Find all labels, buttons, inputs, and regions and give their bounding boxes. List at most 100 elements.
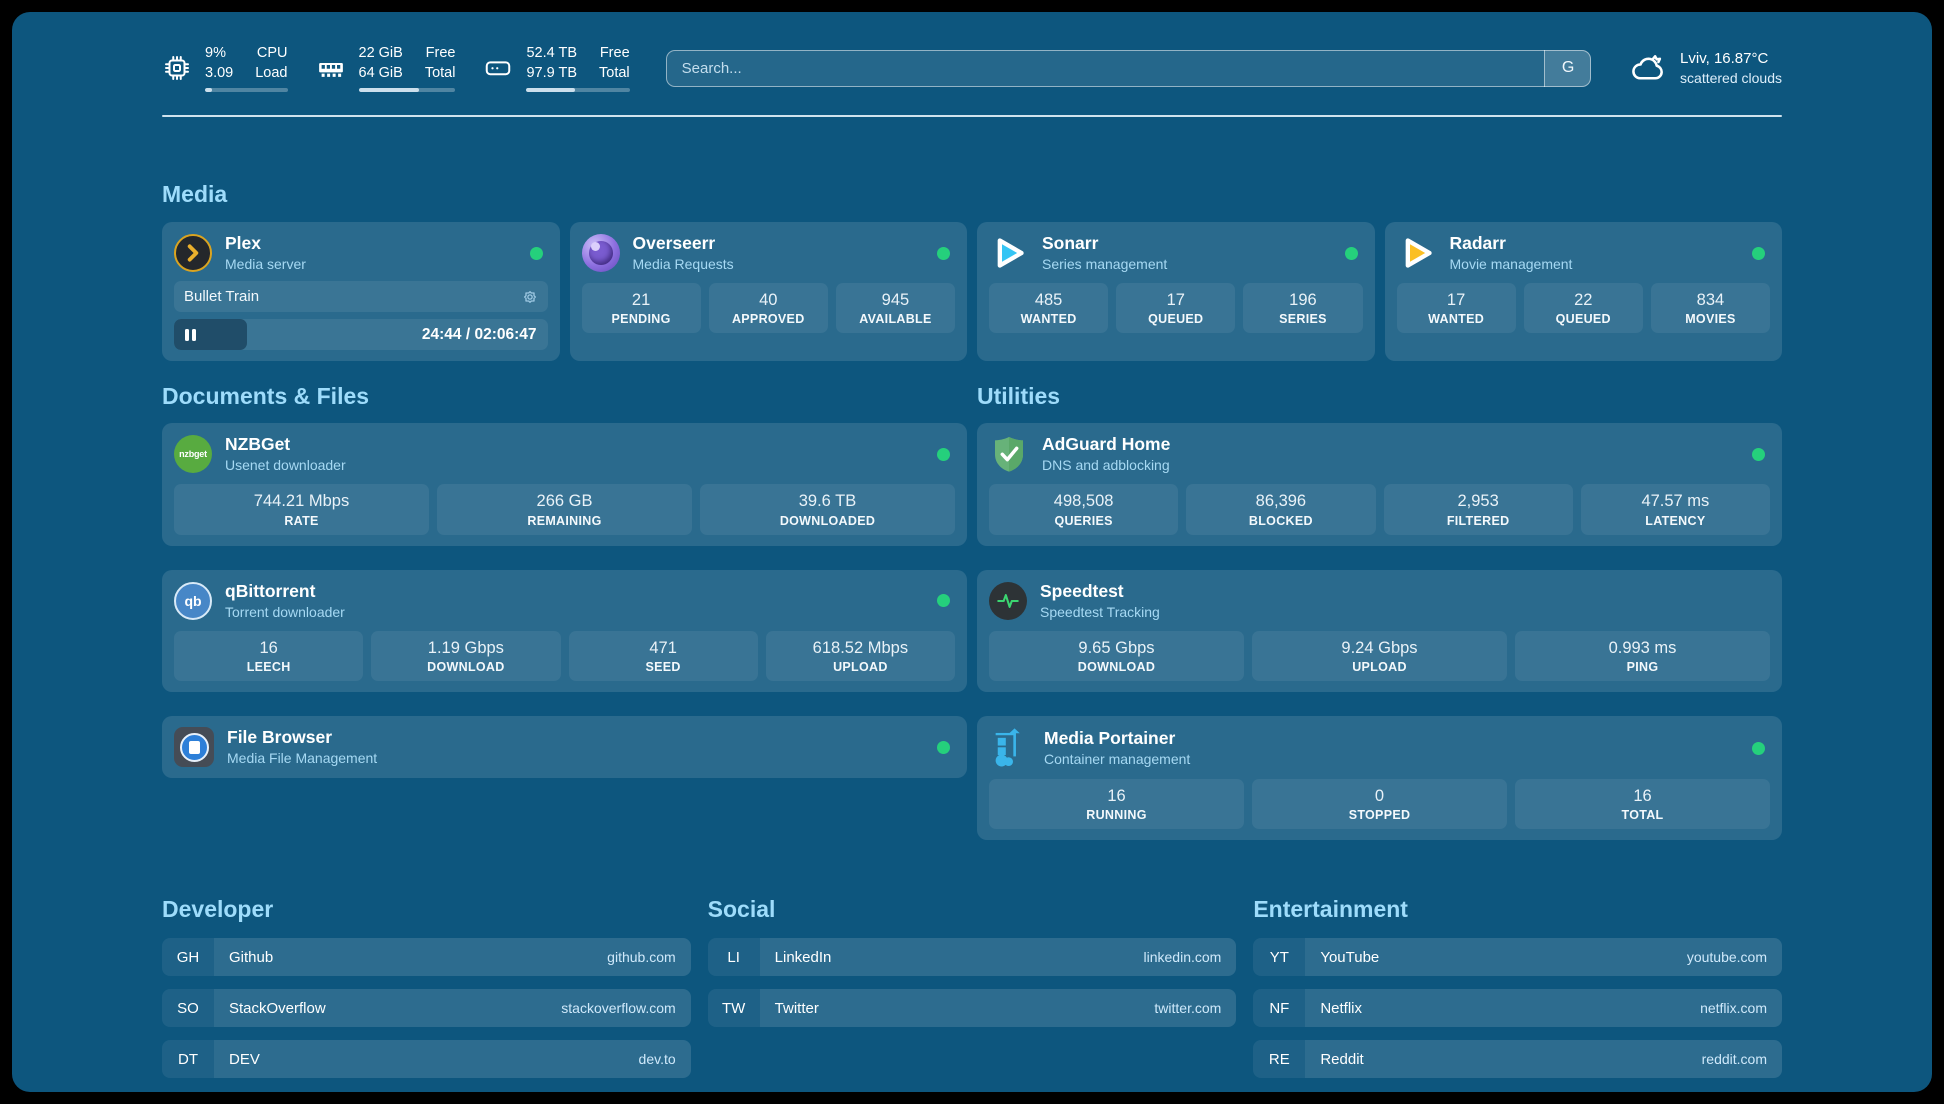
bookmark-github[interactable]: GH Github github.com xyxy=(162,938,691,976)
sonarr-icon xyxy=(989,233,1029,273)
bookmark-stackoverflow[interactable]: SO StackOverflow stackoverflow.com xyxy=(162,989,691,1027)
overseerr-card: Overseerr Media Requests 21 PENDING 40 A… xyxy=(570,222,968,361)
stat-value: 834 xyxy=(1653,289,1768,311)
media-section: Plex Media server Bullet Train xyxy=(162,222,1782,361)
stat-value: 1.19 Gbps xyxy=(373,637,558,659)
status-dot xyxy=(937,448,950,461)
cpu-usage-bar xyxy=(205,88,288,92)
sonarr-stats: 485 WANTED 17 QUEUED 196 SERIES xyxy=(989,283,1363,333)
service-desc: Container management xyxy=(1044,750,1739,768)
stat-label: DOWNLOADED xyxy=(702,514,953,528)
sonarr-link[interactable]: Sonarr Series management xyxy=(989,233,1363,273)
service-desc: DNS and adblocking xyxy=(1042,456,1739,474)
memory-widget: 22 GiB 64 GiB Free Total xyxy=(316,44,456,91)
stat-total: 16 TOTAL xyxy=(1515,779,1770,829)
filebrowser-link[interactable]: File Browser Media File Management xyxy=(174,727,955,767)
service-name: AdGuard Home xyxy=(1042,434,1739,455)
bookmark-linkedin[interactable]: LI LinkedIn linkedin.com xyxy=(708,938,1237,976)
disk-total-value: 97.9 TB xyxy=(526,64,577,83)
speedtest-link[interactable]: Speedtest Speedtest Tracking xyxy=(989,581,1770,621)
stat-wanted: 17 WANTED xyxy=(1397,283,1516,333)
bookmark-youtube[interactable]: YT YouTube youtube.com xyxy=(1253,938,1782,976)
bookmark-netflix[interactable]: NF Netflix netflix.com xyxy=(1253,989,1782,1027)
playback-progress: 24:44 / 02:06:47 xyxy=(174,319,548,350)
cpu-icon xyxy=(162,53,192,83)
cloud-icon xyxy=(1629,49,1667,87)
service-name: Media Portainer xyxy=(1044,728,1739,749)
stat-download: 1.19 Gbps DOWNLOAD xyxy=(371,631,560,681)
filebrowser-icon xyxy=(174,727,214,767)
plex-icon xyxy=(174,234,212,272)
bookmark-name: Netflix xyxy=(1320,1000,1690,1017)
adguard-link[interactable]: AdGuard Home DNS and adblocking xyxy=(989,434,1770,474)
bookmark-url: reddit.com xyxy=(1702,1051,1767,1067)
now-playing-row: Bullet Train xyxy=(174,281,548,312)
now-playing-title: Bullet Train xyxy=(184,288,522,305)
bookmark-name: StackOverflow xyxy=(229,1000,551,1017)
bookmark-twitter[interactable]: TW Twitter twitter.com xyxy=(708,989,1237,1027)
bookmark-url: netflix.com xyxy=(1700,1000,1767,1016)
stat-stopped: 0 STOPPED xyxy=(1252,779,1507,829)
overseerr-link[interactable]: Overseerr Media Requests xyxy=(582,233,956,273)
bookmark-name: LinkedIn xyxy=(775,949,1134,966)
qbittorrent-link[interactable]: qb qBittorrent Torrent downloader xyxy=(174,581,955,621)
memory-stats: 22 GiB 64 GiB Free Total xyxy=(359,44,456,91)
bookmark-name: YouTube xyxy=(1320,949,1677,966)
stat-latency: 47.57 ms LATENCY xyxy=(1581,484,1770,534)
qbittorrent-names: qBittorrent Torrent downloader xyxy=(225,581,924,621)
stat-value: 498,508 xyxy=(991,490,1176,512)
stat-label: MOVIES xyxy=(1653,312,1768,326)
bookmark-dev[interactable]: DT DEV dev.to xyxy=(162,1040,691,1078)
stat-wanted: 485 WANTED xyxy=(989,283,1108,333)
stat-remaining: 266 GB REMAINING xyxy=(437,484,692,534)
gear-icon[interactable] xyxy=(522,289,538,305)
disk-widget: 52.4 TB 97.9 TB Free Total xyxy=(483,44,629,91)
stat-label: LATENCY xyxy=(1583,514,1768,528)
stat-label: QUEUED xyxy=(1526,312,1641,326)
stat-value: 9.24 Gbps xyxy=(1254,637,1505,659)
stat-value: 16 xyxy=(991,785,1242,807)
portainer-stats: 16 RUNNING 0 STOPPED 16 TOTAL xyxy=(989,779,1770,829)
stat-running: 16 RUNNING xyxy=(989,779,1244,829)
search-box: G xyxy=(666,50,1591,87)
adguard-stats: 498,508 QUERIES 86,396 BLOCKED 2,953 FIL… xyxy=(989,484,1770,534)
bookmark-reddit[interactable]: RE Reddit reddit.com xyxy=(1253,1040,1782,1078)
radarr-link[interactable]: Radarr Movie management xyxy=(1397,233,1771,273)
status-dot xyxy=(1752,448,1765,461)
bookmark-abbr: TW xyxy=(708,989,760,1027)
stat-label: DOWNLOAD xyxy=(373,660,558,674)
qbittorrent-stats: 16 LEECH 1.19 Gbps DOWNLOAD 471 SEED 6 xyxy=(174,631,955,681)
entertainment-group: Entertainment YT YouTube youtube.com NF … xyxy=(1253,896,1782,1078)
stat-label: PENDING xyxy=(584,312,699,326)
search-input[interactable] xyxy=(666,50,1591,87)
media-section-title: Media xyxy=(162,181,1782,208)
playback-time: 24:44 / 02:06:47 xyxy=(422,319,537,350)
stat-label: PING xyxy=(1517,660,1768,674)
pause-icon[interactable] xyxy=(185,329,196,341)
plex-link[interactable]: Plex Media server xyxy=(174,233,548,273)
portainer-icon xyxy=(989,727,1031,769)
bookmark-url: stackoverflow.com xyxy=(561,1000,675,1016)
stat-label: FILTERED xyxy=(1386,514,1571,528)
portainer-names: Media Portainer Container management xyxy=(1044,728,1739,768)
stat-value: 86,396 xyxy=(1188,490,1373,512)
stat-label: TOTAL xyxy=(1517,808,1768,822)
adguard-icon xyxy=(989,434,1029,474)
bookmark-name: Github xyxy=(229,949,597,966)
stat-value: 21 xyxy=(584,289,699,311)
status-dot xyxy=(937,247,950,260)
search-provider-button[interactable]: G xyxy=(1544,50,1591,87)
portainer-link[interactable]: Media Portainer Container management xyxy=(989,727,1770,769)
stat-label: QUERIES xyxy=(991,514,1176,528)
service-desc: Speedtest Tracking xyxy=(1040,603,1770,621)
memory-free-label: Free xyxy=(425,44,456,63)
stat-upload: 618.52 Mbps UPLOAD xyxy=(766,631,955,681)
bookmark-abbr: SO xyxy=(162,989,214,1027)
nzbget-link[interactable]: nzbget NZBGet Usenet downloader xyxy=(174,434,955,474)
service-desc: Torrent downloader xyxy=(225,603,924,621)
stat-label: UPLOAD xyxy=(768,660,953,674)
bookmarks-section: Developer GH Github github.com SO StackO… xyxy=(162,896,1782,1092)
stat-value: 17 xyxy=(1399,289,1514,311)
portainer-card: Media Portainer Container management 16 … xyxy=(977,716,1782,840)
service-desc: Usenet downloader xyxy=(225,456,924,474)
